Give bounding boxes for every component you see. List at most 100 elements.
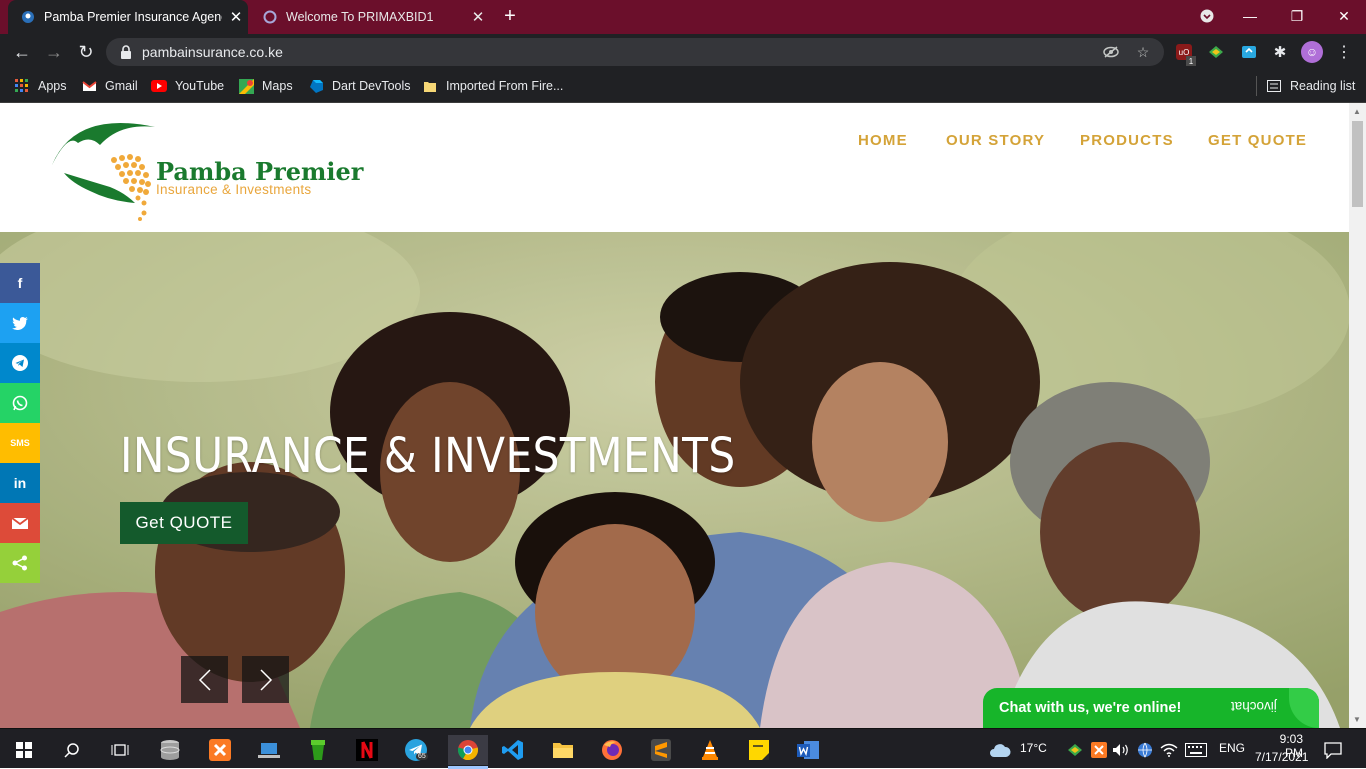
bookmark-label: Dart DevTools <box>332 79 411 93</box>
telegram-badge: 65 <box>416 753 428 760</box>
close-window-button[interactable]: ✕ <box>1330 4 1358 28</box>
back-button[interactable]: ← <box>10 40 34 64</box>
close-tab-icon[interactable]: ✕ <box>468 7 488 27</box>
colorful-extension-icon[interactable] <box>1206 42 1226 62</box>
weather-temperature[interactable]: 17°C <box>1020 741 1047 755</box>
close-tab-icon[interactable]: ✕ <box>226 7 246 27</box>
weather-cloud-icon[interactable] <box>985 735 1015 765</box>
new-tab-button[interactable]: + <box>498 4 522 28</box>
facebook-icon: f <box>17 275 23 291</box>
forward-button[interactable]: → <box>42 40 66 64</box>
search-icon[interactable] <box>57 735 87 765</box>
telegram-app-icon[interactable]: 65 <box>401 735 431 765</box>
bookmark-label: YouTube <box>175 79 225 93</box>
hero-slider: INSURANCE & INVESTMENTS Get QUOTE <box>0 232 1349 728</box>
green-cup-app-icon[interactable] <box>303 735 333 765</box>
bookmarks-bar: Apps Gmail YouTube Maps Dart DevTools Im… <box>0 70 1366 103</box>
share-twitter-button[interactable] <box>0 303 40 343</box>
scroll-down-arrow-icon[interactable]: ▼ <box>1353 715 1361 724</box>
bookmark-maps[interactable]: Maps <box>238 76 293 96</box>
keyboard-icon[interactable] <box>1181 735 1211 765</box>
dart-icon <box>308 78 324 94</box>
menu-dots-icon[interactable]: ⋮ <box>1334 42 1354 62</box>
reading-list-label: Reading list <box>1290 79 1356 93</box>
share-sms-button[interactable]: SMS <box>0 423 40 463</box>
task-view-icon[interactable] <box>105 735 135 765</box>
database-app-icon[interactable] <box>155 735 185 765</box>
linkedin-icon: in <box>13 475 27 491</box>
chat-widget[interactable]: Chat with us, we're online! jivochat <box>983 688 1319 728</box>
sublime-text-icon[interactable] <box>646 735 676 765</box>
bookmark-star-icon[interactable]: ☆ <box>1134 44 1152 60</box>
bookmark-label: Gmail <box>105 79 138 93</box>
tab-primaxbid[interactable]: Welcome To PRIMAXBID1 ✕ <box>250 0 490 34</box>
restore-button[interactable]: ❐ <box>1283 4 1311 28</box>
reading-list-button[interactable]: Reading list <box>1266 76 1355 96</box>
windows-taskbar: 65 17°C ENG 9:03 PM 7/17/2021 <box>0 728 1366 769</box>
reload-button[interactable]: ↻ <box>74 40 98 64</box>
get-quote-button[interactable]: Get QUOTE <box>120 502 248 544</box>
loading-favicon-icon <box>262 9 278 25</box>
extensions-puzzle-icon[interactable]: ✱ <box>1270 42 1290 62</box>
share-whatsapp-button[interactable] <box>0 383 40 423</box>
minimize-button[interactable]: — <box>1236 4 1264 28</box>
tab-title: Pamba Premier Insurance Agency <box>44 10 222 24</box>
vlc-icon[interactable] <box>695 735 725 765</box>
clock-date[interactable]: 7/17/2021 <box>1255 750 1308 764</box>
pamba-favicon-icon <box>20 9 36 25</box>
url-text[interactable]: pambainsurance.co.ke <box>142 44 283 60</box>
bookmark-youtube[interactable]: YouTube <box>151 76 224 96</box>
share-telegram-button[interactable] <box>0 343 40 383</box>
xampp-icon[interactable] <box>205 735 235 765</box>
share-email-button[interactable] <box>0 503 40 543</box>
chat-prompt: Chat with us, we're online! <box>999 700 1182 716</box>
laptop-app-icon[interactable] <box>254 735 284 765</box>
sticky-notes-icon[interactable] <box>744 735 774 765</box>
language-indicator[interactable]: ENG <box>1219 741 1245 755</box>
nav-get-quote[interactable]: GET QUOTE <box>1208 132 1307 152</box>
twitter-icon <box>12 316 28 330</box>
share-linkedin-button[interactable]: in <box>0 463 40 503</box>
share-icon <box>12 555 27 571</box>
nav-products[interactable]: PRODUCTS <box>1080 132 1174 152</box>
vscode-icon[interactable] <box>498 735 528 765</box>
bookmarks-divider <box>1256 76 1257 96</box>
bookmark-imported-folder[interactable]: Imported From Fire... <box>422 76 563 96</box>
sms-icon: SMS <box>10 438 30 448</box>
gmail-icon <box>81 78 97 94</box>
bookmark-gmail[interactable]: Gmail <box>81 76 138 96</box>
wifi-icon[interactable] <box>1154 735 1184 765</box>
profile-avatar[interactable]: ☺ <box>1301 41 1323 63</box>
netflix-icon[interactable] <box>352 735 382 765</box>
bookmark-apps[interactable]: Apps <box>14 76 67 96</box>
lock-icon[interactable] <box>120 45 134 59</box>
address-bar[interactable]: pambainsurance.co.ke ☆ <box>106 38 1164 66</box>
scrollbar-thumb[interactable] <box>1352 121 1363 207</box>
nav-our-story[interactable]: OUR STORY <box>946 132 1045 152</box>
slider-next-button[interactable] <box>242 656 289 703</box>
chrome-taskbar-icon[interactable] <box>448 735 488 765</box>
windows-start-icon[interactable] <box>9 735 39 765</box>
firefox-icon[interactable] <box>597 735 627 765</box>
nav-home[interactable]: HOME <box>858 132 908 152</box>
site-logo[interactable]: Pamba Premier Insurance & Investments <box>50 115 370 225</box>
screen-capture-extension-icon[interactable] <box>1239 42 1259 62</box>
jivochat-brand: jivochat <box>1231 699 1277 714</box>
hero-title: INSURANCE & INVESTMENTS <box>120 428 736 484</box>
bookmark-dart-devtools[interactable]: Dart DevTools <box>308 76 411 96</box>
chat-corner-icon <box>1289 688 1319 728</box>
scroll-up-arrow-icon[interactable]: ▲ <box>1353 107 1361 116</box>
share-more-button[interactable] <box>0 543 40 583</box>
webpage-viewport: Pamba Premier Insurance & Investments HO… <box>0 103 1349 728</box>
notification-center-icon[interactable] <box>1318 735 1348 765</box>
share-facebook-button[interactable]: f <box>0 263 40 303</box>
tab-search-icon[interactable] <box>1193 4 1221 28</box>
word-icon[interactable] <box>793 735 823 765</box>
file-explorer-icon[interactable] <box>548 735 578 765</box>
slider-prev-button[interactable] <box>181 656 228 703</box>
youtube-icon <box>151 78 167 94</box>
telegram-icon <box>12 355 28 371</box>
eye-off-icon[interactable] <box>1102 44 1120 60</box>
page-scrollbar[interactable]: ▲ ▼ <box>1349 103 1366 728</box>
tab-pamba-premier[interactable]: Pamba Premier Insurance Agency ✕ <box>8 0 248 34</box>
